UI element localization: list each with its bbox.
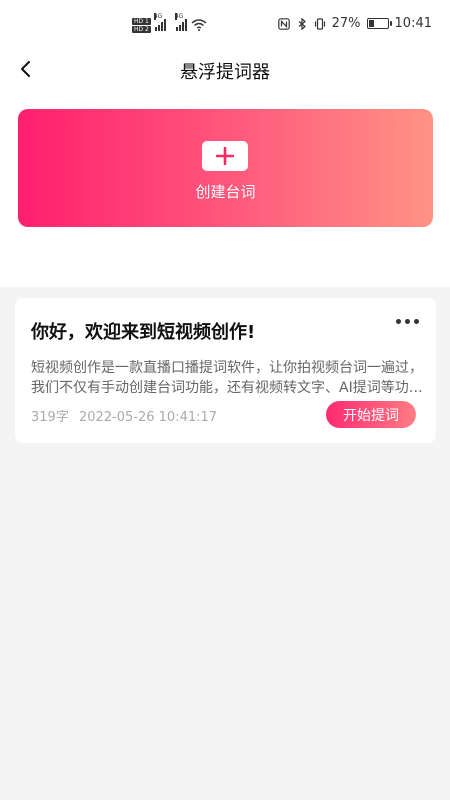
battery-fill xyxy=(368,20,374,27)
word-count: 319字 xyxy=(31,410,69,425)
script-card[interactable]: 你好，欢迎来到短视频创作! 短视频创作是一款直播口播提词软件，让你拍视频台词一遍… xyxy=(15,298,436,443)
nfc-icon xyxy=(277,17,290,30)
script-meta: 319字 2022-05-26 10:41:17 xyxy=(31,406,217,425)
bluetooth-icon xyxy=(298,17,306,30)
plus-icon xyxy=(216,147,234,165)
hd1-badge: HD 1 xyxy=(132,17,151,25)
more-options-button[interactable] xyxy=(396,316,422,326)
network-indicators: HD 1 HD 2 4G 4G xyxy=(132,13,207,36)
status-bar: HD 1 HD 2 4G 4G 27% 10:41 xyxy=(0,0,450,50)
app-header: 悬浮提词器 xyxy=(0,50,450,92)
script-title: 你好，欢迎来到短视频创作! xyxy=(31,322,256,343)
wifi-icon xyxy=(191,19,207,31)
hd-badges: HD 1 HD 2 xyxy=(132,17,151,33)
script-datetime: 2022-05-26 10:41:17 xyxy=(78,410,218,425)
battery-icon xyxy=(366,18,392,29)
create-script-label: 创建台词 xyxy=(195,183,256,201)
signal-1-icon: 4G xyxy=(153,13,166,31)
plus-icon-box xyxy=(202,141,248,171)
network-type-1: 4G xyxy=(153,13,163,20)
create-script-button[interactable]: 创建台词 xyxy=(18,109,433,227)
more-dot-icon xyxy=(405,318,410,324)
more-dot-icon xyxy=(414,318,419,324)
vibrate-icon xyxy=(314,17,325,30)
status-time: 10:41 xyxy=(394,16,432,31)
start-prompter-button[interactable]: 开始提词 xyxy=(326,401,416,428)
script-description: 短视频创作是一款直播口播提词软件，让你拍视频台词一遍过，我们不仅有手动创建台词功… xyxy=(31,360,423,396)
page-title: 悬浮提词器 xyxy=(180,62,270,83)
more-dot-icon xyxy=(396,318,401,324)
battery-percent: 27% xyxy=(331,16,361,31)
system-indicators: 27% 10:41 xyxy=(277,16,432,31)
signal-2-icon: 4G xyxy=(174,13,187,31)
network-type-2: 4G xyxy=(174,13,184,20)
hd2-badge: HD 2 xyxy=(132,25,151,33)
